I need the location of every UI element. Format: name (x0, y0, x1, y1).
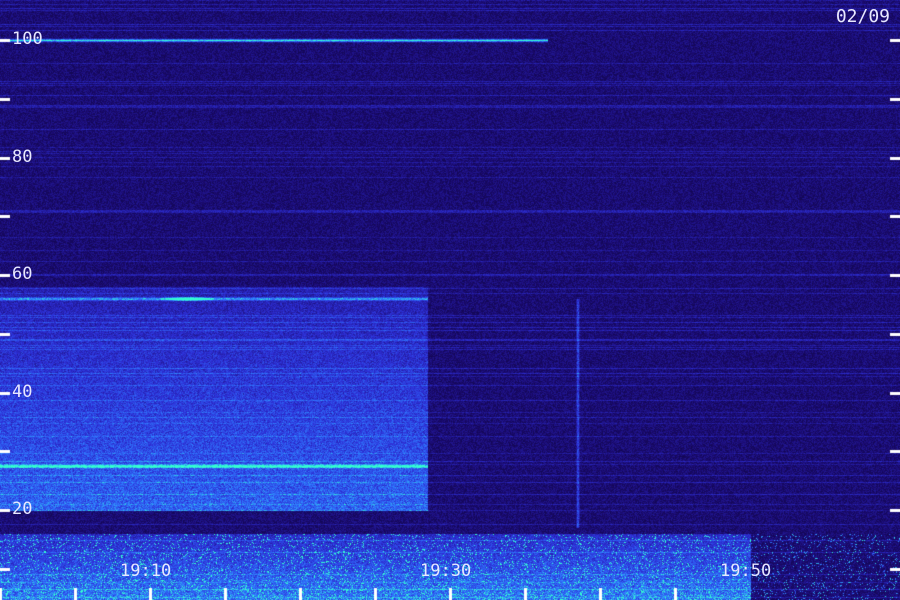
y-tick-label: 60 (12, 264, 33, 284)
x-tick-label: 19:50 (720, 561, 772, 581)
spectrogram-plot (0, 0, 900, 600)
date-label: 02/09 (835, 6, 890, 27)
x-tick-label: 19:30 (420, 561, 472, 581)
y-tick-label: 20 (12, 499, 33, 519)
y-tick-label: 100 (12, 29, 43, 49)
x-tick-label: 19:10 (120, 561, 172, 581)
y-tick-label: 40 (12, 381, 33, 402)
y-tick-label: 80 (12, 146, 33, 167)
